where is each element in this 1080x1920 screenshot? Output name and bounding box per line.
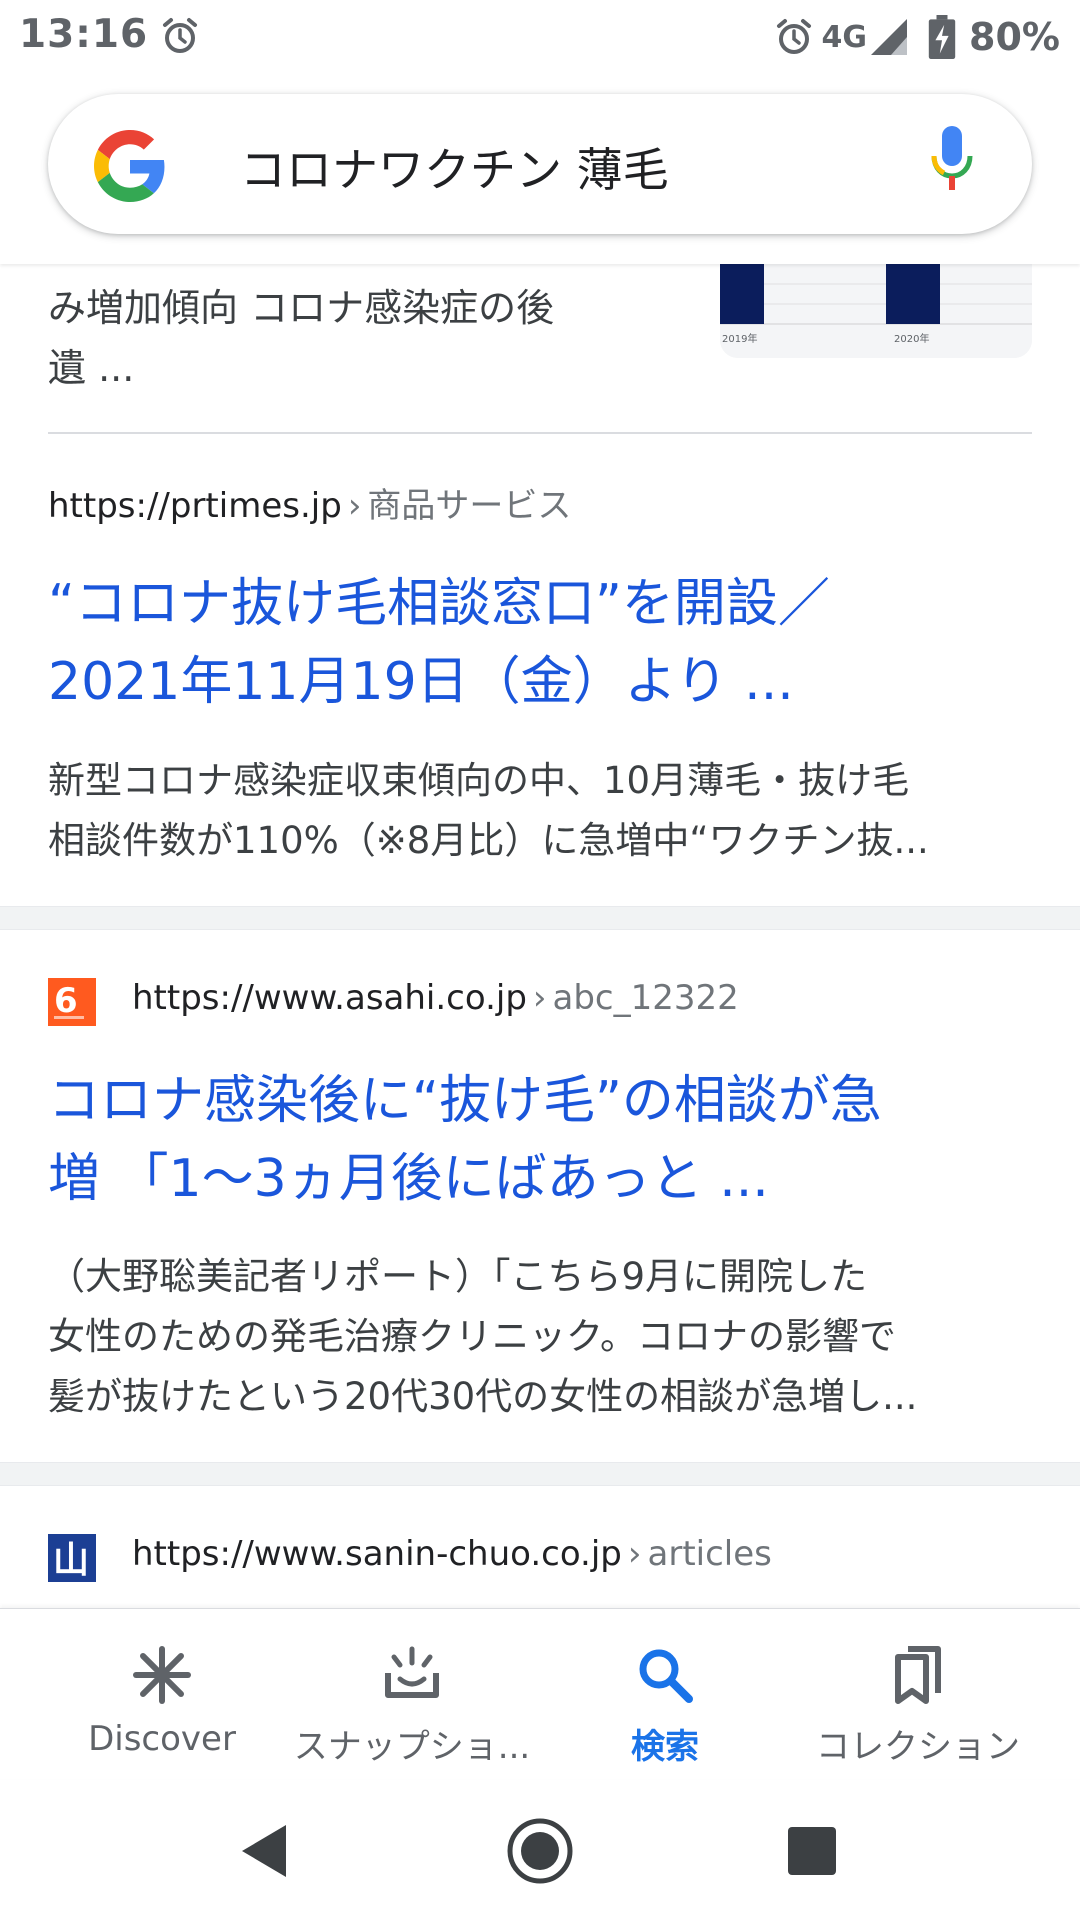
- thumb-label: 2020年: [894, 332, 929, 345]
- snippet-line: （大野聡美記者リポート）「こちら9月に開院した: [48, 1255, 868, 1298]
- status-bar: 13:16 4G 80%: [0, 0, 1080, 76]
- network-type: 4G: [821, 19, 868, 55]
- result-snippet: （大野聡美記者リポート）「こちら9月に開院した 女性のための発毛治療クリニック。…: [48, 1247, 1038, 1427]
- result-domain: https://prtimes.jp: [48, 486, 342, 526]
- screen: 13:16 4G 80% コロナワクチン 薄毛 み増加傾向 コロナ感染症の後 遺…: [0, 0, 1080, 1920]
- title-line: コロナ感染後に“抜け毛”の相談が急: [48, 1071, 882, 1131]
- status-time: 13:16: [19, 12, 149, 57]
- result-title-link[interactable]: “コロナ抜け毛相談窓口”を開設／ 2021年11月19日（金）より ...: [48, 565, 1038, 721]
- home-icon[interactable]: [504, 1815, 576, 1887]
- results-list: み増加傾向 コロナ感染症の後 遺 ... 2019年 2020年 https:/…: [0, 264, 1080, 1608]
- result-snippet: 新型コロナ感染症収束傾向の中、10月薄毛・抜け毛 相談件数が110%（※8月比）…: [48, 751, 1038, 871]
- alarm-icon: [163, 18, 197, 53]
- google-logo[interactable]: [94, 130, 166, 202]
- nav-label: Discover: [88, 1719, 236, 1759]
- result-divider: [48, 432, 1032, 434]
- favicon-text: 6: [54, 981, 78, 1021]
- system-nav-bar: [0, 1778, 1080, 1920]
- nav-label: 検索: [631, 1727, 699, 1767]
- thumbnail-chart: 2019年 2020年: [720, 264, 1032, 358]
- bottom-nav: Discover スナップショ... 検索 コレクション: [0, 1608, 1080, 1779]
- search-icon: [639, 1649, 693, 1703]
- nav-collections[interactable]: コレクション: [783, 1609, 1053, 1779]
- collections-icon: [895, 1646, 941, 1704]
- snippet-line: 新型コロナ感染症収束傾向の中、10月薄毛・抜け毛: [48, 759, 910, 802]
- nav-search[interactable]: 検索: [530, 1609, 800, 1779]
- result-url[interactable]: https://www.asahi.co.jp › abc_12322: [132, 978, 739, 1018]
- breadcrumb-separator: ›: [347, 486, 362, 526]
- result-url[interactable]: https://prtimes.jp › 商品サービス: [48, 478, 571, 527]
- back-icon[interactable]: [228, 1815, 300, 1887]
- result-breadcrumb: articles: [647, 1534, 772, 1574]
- snippet-line: 女性のための発毛治療クリニック。コロナの影響で: [48, 1315, 897, 1358]
- title-line: 増 「1〜3ヵ月後にばあっと ...: [48, 1149, 769, 1209]
- title-line: “コロナ抜け毛相談窓口”を開設／: [48, 574, 830, 634]
- status-indicators: 4G 80%: [774, 12, 1060, 62]
- result-card-gap: [0, 906, 1080, 930]
- result-title-link[interactable]: コロナ感染後に“抜け毛”の相談が急 増 「1〜3ヵ月後にばあっと ...: [48, 1062, 1038, 1218]
- search-header: コロナワクチン 薄毛: [0, 76, 1080, 264]
- snippet-line: 相談件数が110%（※8月比）に急増中“ワクチン抜...: [48, 819, 929, 862]
- battery-charging-icon: [928, 15, 956, 59]
- search-query[interactable]: コロナワクチン 薄毛: [240, 134, 669, 200]
- signal-icon: [871, 19, 908, 55]
- title-line: 2021年11月19日（金）より ...: [48, 652, 794, 712]
- breadcrumb-separator: ›: [627, 1534, 642, 1574]
- result-breadcrumb: abc_12322: [552, 978, 739, 1018]
- snippet-line: み増加傾向 コロナ感染症の後: [48, 286, 555, 330]
- nav-snapshot[interactable]: スナップショ...: [277, 1609, 547, 1779]
- snippet-line: 髪が抜けたという20代30代の女性の相談が急増し...: [48, 1375, 918, 1418]
- alarm-icon: [776, 19, 811, 54]
- asterisk-icon: [133, 1646, 191, 1704]
- favicon-text: 山: [53, 1540, 89, 1581]
- snippet-line: 遺 ...: [48, 346, 135, 390]
- snapshot-icon: [385, 1646, 439, 1698]
- partial-result-snippet: み増加傾向 コロナ感染症の後 遺 ...: [48, 278, 668, 398]
- nav-label: コレクション: [816, 1727, 1020, 1767]
- breadcrumb-separator: ›: [532, 978, 547, 1018]
- result-url[interactable]: https://www.sanin-chuo.co.jp › articles: [132, 1534, 772, 1574]
- result-breadcrumb: 商品サービス: [367, 486, 572, 526]
- result-card-gap: [0, 1462, 1080, 1486]
- recents-icon[interactable]: [776, 1815, 848, 1887]
- thumb-label: 2019年: [722, 332, 757, 345]
- asahi-favicon-icon: 6: [48, 978, 96, 1026]
- result-domain: https://www.asahi.co.jp: [132, 978, 527, 1018]
- search-box[interactable]: コロナワクチン 薄毛: [48, 94, 1032, 234]
- result-domain: https://www.sanin-chuo.co.jp: [132, 1534, 622, 1574]
- battery-percent: 80%: [969, 15, 1060, 59]
- nav-discover[interactable]: Discover: [27, 1609, 297, 1779]
- result-thumbnail[interactable]: 2019年 2020年: [720, 264, 1032, 358]
- mic-icon[interactable]: [928, 126, 976, 202]
- sanin-chuo-favicon-icon: 山: [48, 1534, 96, 1582]
- nav-label: スナップショ...: [293, 1727, 531, 1767]
